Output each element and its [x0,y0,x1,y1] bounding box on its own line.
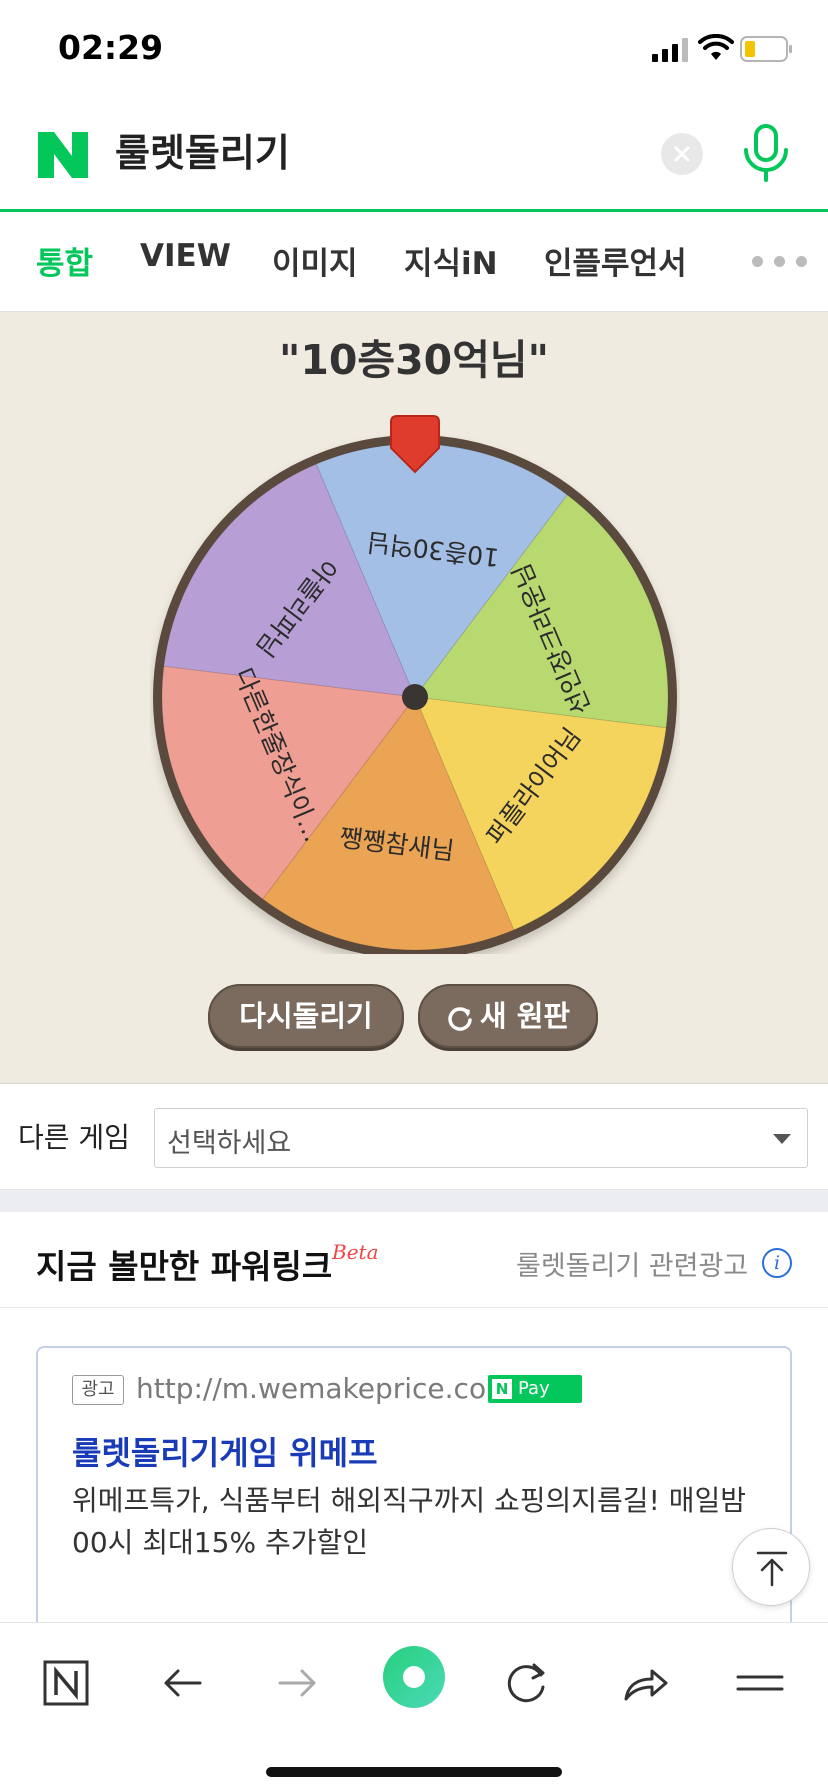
tab-view[interactable]: VIEW [140,238,231,274]
other-game-label: 다른 게임 [18,1121,130,1154]
roulette-panel: "10층30억님" 10층30억님 선인장크라운님 퍼플라이어님 쨍쨍참새님 다른한줄장… [0,312,828,1084]
clock: 02:29 [58,28,164,67]
new-wheel-button[interactable]: 새 원판 [418,984,598,1048]
microphone-icon[interactable] [738,122,794,186]
scroll-to-top-button[interactable] [732,1528,810,1606]
clear-search-button[interactable] [661,133,703,175]
menu-icon[interactable] [728,1651,792,1715]
share-icon[interactable] [612,1651,676,1715]
game-select[interactable]: 선택하세요 [154,1108,808,1168]
refresh-icon [448,1007,472,1031]
tab-image[interactable]: 이미지 [272,238,358,283]
naver-pay-badge: N Pay [488,1375,582,1403]
home-indicator [266,1767,562,1777]
respin-button[interactable]: 다시돌리기 [208,984,404,1048]
search-input[interactable]: 룰렛돌리기 [115,122,615,184]
search-tabs: 통합 VIEW 이미지 지식iN 인플루언서 [0,212,828,312]
ad-card[interactable]: 광고 http://m.wemakeprice.com N Pay 룰렛돌리기게… [36,1346,792,1646]
respin-label: 다시돌리기 [239,999,373,1033]
ad-title-link[interactable]: 룰렛돌리기게임 위메프 [72,1428,378,1474]
new-wheel-label: 새 원판 [479,999,571,1033]
forward-arrow-icon[interactable] [266,1651,330,1715]
ad-description: 위메프특가, 식품부터 해외직구까지 쇼핑의지름길! 매일밤 00시 최대15%… [72,1484,746,1559]
roulette-result: "10층30억님" [279,336,549,384]
ad-url[interactable]: http://m.wemakeprice.com [136,1372,513,1405]
naver-pay-label: Pay [518,1378,550,1399]
wifi-icon [698,34,734,60]
other-game-row: 다른 게임 선택하세요 [0,1084,828,1190]
naver-logo-icon[interactable] [38,132,88,178]
powerlink-header: 지금 볼만한 파워링크 Beta 룰렛돌리기 관련광고 i [0,1212,828,1308]
battery-icon [740,36,792,62]
naver-home-icon[interactable] [34,1651,98,1715]
chevron-down-icon [773,1134,791,1144]
green-dot-icon[interactable] [380,1643,448,1711]
game-select-value: 선택하세요 [167,1128,292,1159]
roulette-wheel[interactable]: 10층30억님선인장크라운님퍼플라이어님쨍쨍참새님다른한줄장식이…아플리파님 [150,414,680,954]
search-bar: 룰렛돌리기 [0,100,828,212]
more-tabs-icon[interactable] [752,256,808,268]
browser-toolbar [0,1622,828,1792]
powerlink-title: 지금 볼만한 파워링크 [36,1247,333,1286]
naver-pay-n-icon: N [492,1379,512,1399]
beta-badge: Beta [332,1240,379,1264]
wheel-hub [402,684,428,710]
reload-icon[interactable] [494,1651,558,1715]
tab-knowledge-in[interactable]: 지식iN [404,238,498,283]
tab-integrated[interactable]: 통합 [36,238,93,283]
section-divider [0,1190,828,1212]
close-icon [674,146,690,162]
tab-influencer[interactable]: 인플루언서 [544,238,687,283]
cellular-signal-icon [652,38,688,62]
info-icon[interactable]: i [762,1248,792,1278]
back-arrow-icon[interactable] [150,1651,214,1715]
arrow-up-icon [756,1551,788,1587]
status-bar: 02:29 [0,0,828,100]
ad-badge: 광고 [72,1375,124,1405]
related-ads-label: 룰렛돌리기 관련광고 [516,1251,749,1282]
